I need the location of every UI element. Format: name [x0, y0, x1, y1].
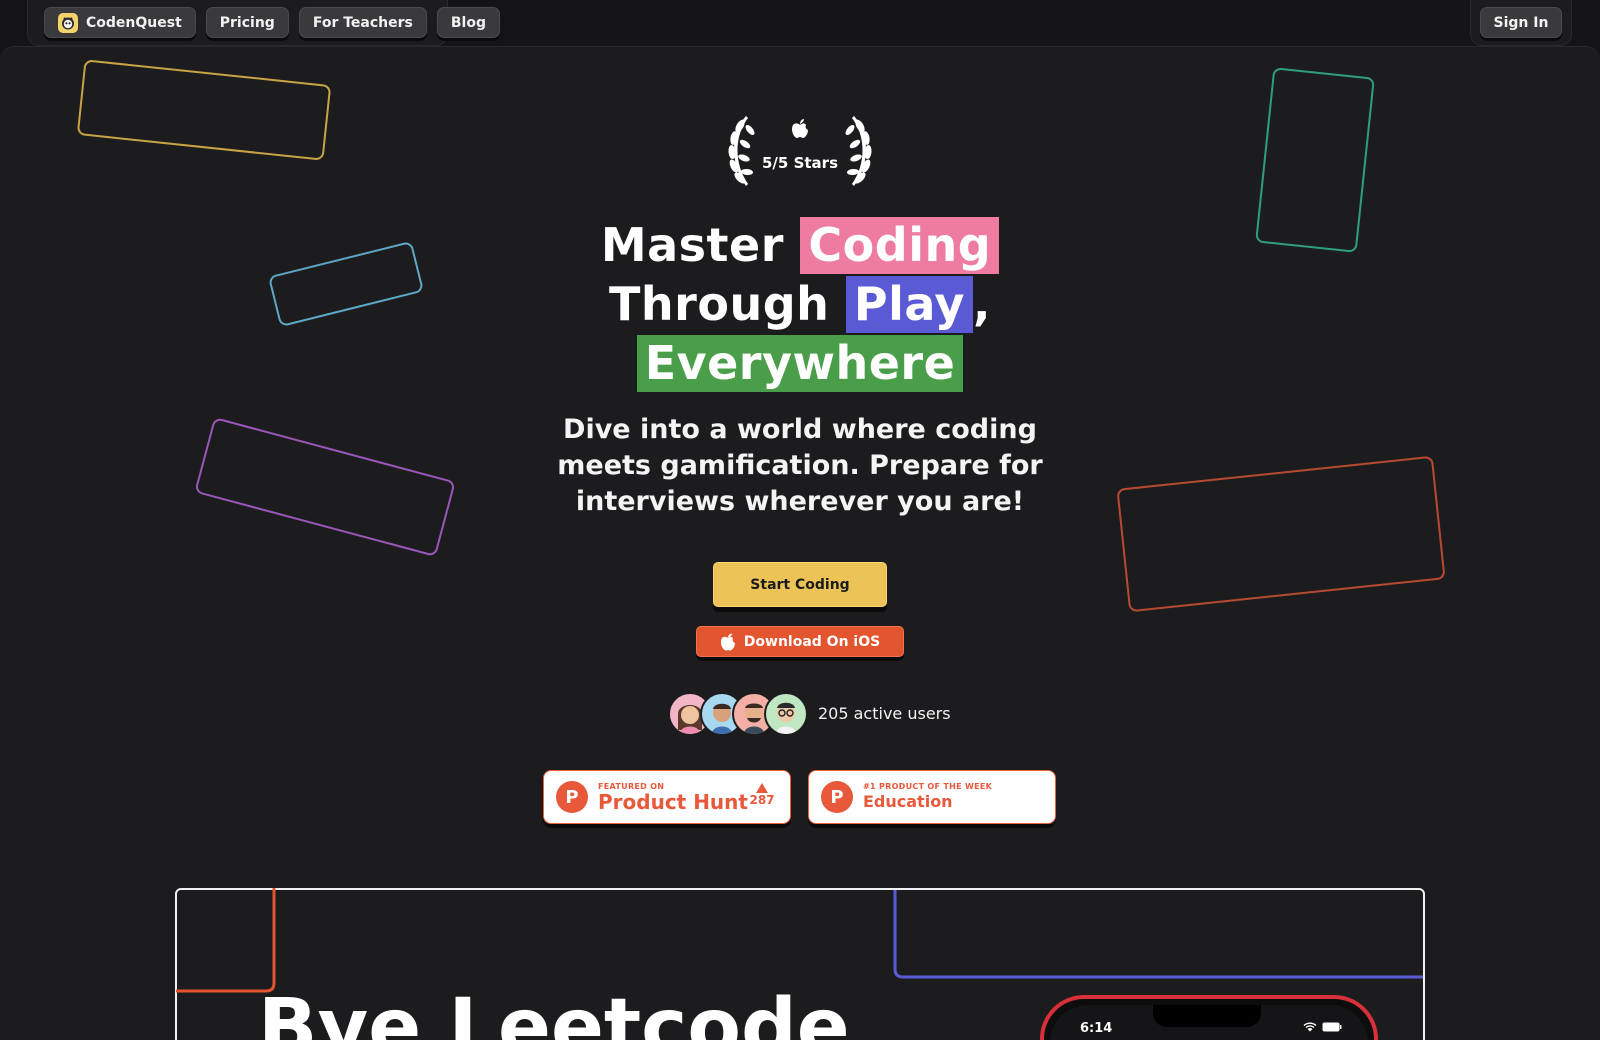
section-heading: Bye Leetcode: [258, 983, 850, 1040]
apple-icon: [792, 119, 808, 138]
upvote-triangle-icon: [756, 783, 768, 793]
hero-subtitle: Dive into a world where coding meets gam…: [557, 414, 1043, 517]
top-nav: CodenQuest Pricing For Teachers Blog: [27, 0, 500, 46]
active-users: 205 active users: [668, 692, 968, 738]
phone-mockup: 6:14: [1040, 995, 1378, 1040]
codenquest-logo-icon: [58, 12, 78, 33]
headline-highlight-play: Play: [845, 276, 973, 333]
sign-in-button[interactable]: Sign In: [1479, 7, 1563, 38]
upvote-count: 287: [749, 783, 775, 807]
badge-title: Education: [863, 791, 953, 811]
laurel-icon: [728, 116, 872, 186]
brand-label: CodenQuest: [86, 14, 182, 31]
start-coding-button[interactable]: Start Coding: [713, 562, 887, 607]
upvote-number: 287: [749, 793, 775, 807]
headline-highlight-coding: Coding: [800, 217, 1000, 274]
download-ios-button[interactable]: Download On iOS: [696, 626, 904, 657]
nav-link-for-teachers[interactable]: For Teachers: [298, 7, 427, 38]
badge-title: Product Hunt: [598, 789, 748, 814]
headline-comma: ,: [972, 277, 991, 331]
product-hunt-featured-badge[interactable]: P FEATURED ON Product Hunt 287: [543, 770, 791, 824]
award-laurel: 5/5 Stars: [720, 108, 880, 192]
nav-link-blog[interactable]: Blog: [436, 7, 500, 38]
battery-icon: [1322, 1022, 1342, 1032]
apple-icon: [720, 633, 735, 650]
phone-status-bar: [1303, 1022, 1342, 1032]
decor-rect-green: [1255, 67, 1375, 253]
badge-caption: #1 PRODUCT OF THE WEEK: [863, 781, 993, 791]
phone-time: 6:14: [1080, 1021, 1113, 1036]
headline-word-master: Master: [600, 218, 784, 272]
phone-notch: [1153, 1005, 1261, 1027]
wifi-icon: [1303, 1022, 1317, 1032]
product-hunt-icon: P: [821, 781, 853, 813]
hero-headline: Master Coding Through Play, Everywhere: [500, 216, 1100, 393]
page: CodenQuest Pricing For Teachers Blog Sig…: [0, 0, 1600, 1040]
brand-button[interactable]: CodenQuest: [44, 7, 196, 38]
headline-word-through: Through: [609, 277, 830, 331]
download-ios-label: Download On iOS: [743, 633, 881, 650]
avatar: [764, 692, 808, 736]
product-hunt-icon: P: [556, 781, 588, 813]
rating-text: 5/5 Stars: [762, 154, 838, 172]
top-nav-right: Sign In: [1470, 0, 1572, 46]
nav-link-pricing[interactable]: Pricing: [205, 7, 289, 38]
active-users-count: 205 active users: [818, 704, 951, 723]
product-of-the-week-badge[interactable]: P #1 PRODUCT OF THE WEEK Education: [808, 770, 1056, 824]
headline-highlight-everywhere: Everywhere: [636, 335, 964, 392]
